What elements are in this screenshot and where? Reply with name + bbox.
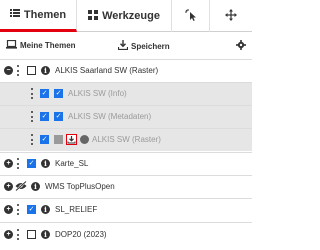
tab-themen[interactable]: Themen [0, 0, 77, 32]
info-icon[interactable]: i [41, 205, 50, 214]
layer-group-row: + i WMS TopPlusOpen [0, 175, 252, 198]
layer-group-row: + ✓ i SL_RELIEF [0, 198, 252, 221]
eye-slash-icon[interactable] [15, 180, 27, 193]
layer-checkbox[interactable] [27, 230, 36, 239]
info-icon[interactable]: i [41, 66, 50, 75]
layer-label: WMS TopPlusOpen [45, 182, 115, 191]
info-icon[interactable]: i [41, 230, 50, 239]
layer-label: ALKIS SW (Metadaten) [68, 112, 152, 121]
tab-pointer[interactable] [172, 0, 210, 32]
collapse-minus-icon[interactable]: − [4, 66, 13, 75]
layer-label: ALKIS SW (Raster) [92, 135, 161, 144]
pointer-click-icon [184, 8, 197, 24]
layer-menu-icon[interactable] [16, 204, 20, 215]
layer-menu-icon[interactable] [16, 229, 20, 240]
tab-werkzeuge[interactable]: Werkzeuge [77, 0, 172, 32]
layer-menu-icon[interactable] [30, 88, 34, 99]
layer-menu-icon[interactable] [16, 65, 20, 76]
settings-button[interactable] [236, 40, 246, 52]
layer-group-row: + i DOP20 (2023) [0, 222, 252, 245]
layer-label: ALKIS Saarland SW (Raster) [55, 66, 159, 75]
sublayer-row: ✓ ALKIS SW (Raster) [0, 128, 252, 151]
tab-werkzeuge-label: Werkzeuge [102, 10, 160, 22]
grid-icon [88, 9, 99, 23]
tab-move[interactable] [210, 0, 252, 32]
layer-group-row: + ✓ i Karte_SL [0, 152, 252, 175]
layer-checkbox[interactable] [27, 66, 36, 75]
list-icon [9, 8, 20, 21]
layer-group-row: − i ALKIS Saarland SW (Raster) [0, 59, 252, 82]
gear-icon [236, 40, 246, 52]
info-icon[interactable]: i [41, 159, 50, 168]
layer-toolbar: Meine Themen Speichern [0, 35, 252, 57]
my-themes-label: Meine Themen [20, 41, 76, 50]
expand-plus-icon[interactable]: + [4, 182, 13, 191]
layer-checkbox[interactable]: ✓ [40, 89, 49, 98]
info-icon[interactable]: i [31, 182, 40, 191]
move-arrows-icon [225, 8, 237, 24]
layer-checkbox[interactable]: ✓ [40, 135, 49, 144]
expand-plus-icon[interactable]: + [4, 230, 13, 239]
save-label: Speichern [131, 41, 170, 51]
layer-checkbox[interactable]: ✓ [54, 112, 63, 121]
layer-label: Karte_SL [55, 159, 89, 168]
tab-themen-label: Themen [23, 8, 67, 21]
layer-menu-icon[interactable] [30, 134, 34, 145]
layer-menu-icon[interactable] [16, 158, 20, 169]
layer-checkbox[interactable] [54, 135, 63, 144]
layer-checkbox[interactable]: ✓ [40, 112, 49, 121]
layer-menu-icon[interactable] [30, 111, 34, 122]
layer-checkbox[interactable]: ✓ [27, 159, 36, 168]
layer-checkbox[interactable]: ✓ [54, 89, 63, 98]
download-layer-icon[interactable] [66, 134, 77, 145]
palette-icon[interactable] [80, 135, 89, 144]
tab-bar: Themen Werkzeuge [0, 0, 252, 32]
expand-plus-icon[interactable]: + [4, 205, 13, 214]
layer-label: DOP20 (2023) [55, 230, 107, 239]
layer-label: ALKIS SW (Info) [68, 89, 127, 98]
laptop-icon [6, 39, 17, 51]
save-button[interactable]: Speichern [117, 40, 170, 52]
layer-label: SL_RELIEF [55, 205, 98, 214]
layer-checkbox[interactable]: ✓ [27, 205, 36, 214]
my-themes-button[interactable]: Meine Themen [6, 39, 76, 51]
sublayer-row: ✓ ✓ ALKIS SW (Info) [0, 82, 252, 105]
sublayer-row: ✓ ✓ ALKIS SW (Metadaten) [0, 105, 252, 128]
expand-plus-icon[interactable]: + [4, 159, 13, 168]
download-icon [117, 40, 129, 52]
